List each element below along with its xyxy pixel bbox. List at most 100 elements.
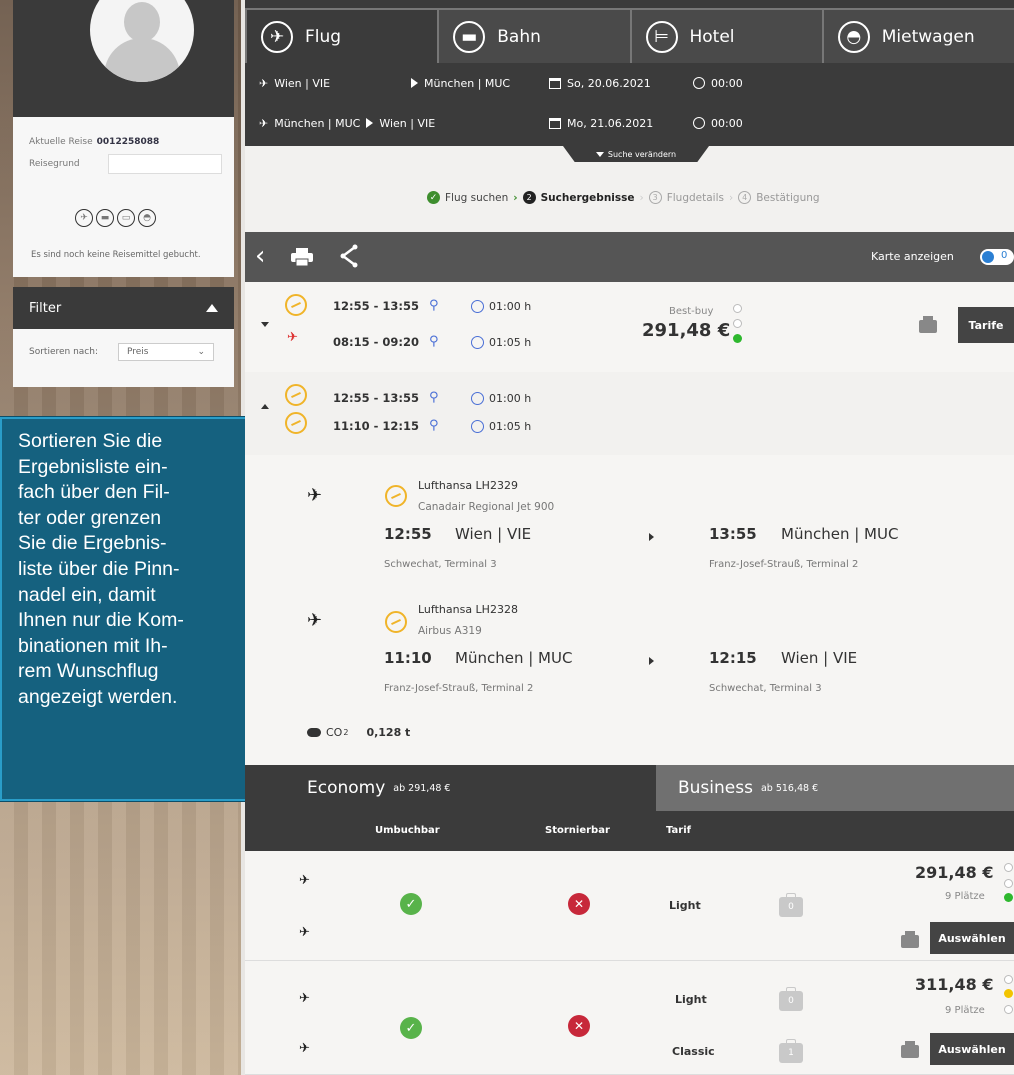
change-search-label: Suche verändern [607,149,677,159]
reason-label: Reisegrund [29,159,80,169]
duration-text: 01:05 h [489,336,532,349]
tab-mietwagen[interactable]: ◓ Mietwagen [821,8,1014,63]
collapse-icon[interactable] [261,404,269,409]
tarife-button[interactable]: Tarife [958,307,1014,343]
pin-icon[interactable]: ⚲ [429,334,439,349]
tab-business[interactable]: Business ab 516,48 € [656,765,1014,811]
callout-line: nadel ein, damit [18,583,156,606]
step-number: 4 [738,191,752,204]
tab-flug[interactable]: ✈ Flug [245,8,438,63]
tab-hotel[interactable]: ⊨ Hotel [629,8,822,63]
landing-icon: ✈ [299,925,310,940]
takeoff-icon: ✈ [299,873,310,888]
map-toggle[interactable]: 0 [980,249,1014,265]
no-booking-text: Es sind noch keine Reisemittel gebucht. [31,250,201,260]
leg-time: 08:15 - 09:20 ⚲ [333,334,439,349]
travel-type-icons: ✈ ▬ ▭ ◓ [75,209,156,227]
back-icon[interactable]: ‹ [255,242,265,270]
print-icon[interactable] [291,248,313,266]
share-icon[interactable] [339,244,359,268]
tab-economy[interactable]: Economy ab 291,48 € [245,765,656,811]
select-fare-button[interactable]: Auswählen [930,922,1014,954]
arr-terminal: Franz-Josef-Strauß, Terminal 2 [709,559,859,570]
radio-green[interactable] [733,334,742,343]
duration-icon [471,300,484,313]
cloud-icon [307,728,321,737]
trip-number[interactable]: 0012258088 [97,137,160,147]
dep-time: 11:10 [384,649,432,667]
dep-terminal: Schwechat, Terminal 3 [384,559,497,570]
radio-empty[interactable] [733,319,742,328]
step-flug-suchen[interactable]: Flug suchen [445,192,508,204]
print-icon[interactable] [919,316,937,333]
duration-text: 01:00 h [489,300,532,313]
expand-icon[interactable] [261,322,269,327]
economy-from: ab 291,48 € [393,782,451,794]
fare-table-header: Umbuchbar Stornierbar Tarif [245,811,1014,851]
radio-empty[interactable] [1004,1005,1013,1014]
change-search-button[interactable]: Suche verändern [563,146,709,162]
select-fare-button[interactable]: Auswählen [930,1033,1014,1065]
route-time: 00:00 [711,76,743,90]
flight-name: Lufthansa LH2329 [418,479,518,492]
fare-price: 291,48 € [915,863,994,882]
print-icon[interactable] [901,931,919,948]
flight-icon[interactable]: ✈ [75,209,93,227]
car-icon[interactable]: ◓ [138,209,156,227]
pin-icon[interactable]: ⚲ [429,390,439,405]
arr-city: München | MUC [781,525,899,543]
sort-row: Sortieren nach: Preis ⌄ [13,329,234,361]
landing-icon: ✈ [307,610,323,631]
dep-time: 12:55 [384,525,432,543]
sort-select[interactable]: Preis ⌄ [118,343,214,361]
arrow-right-icon [649,533,654,541]
radio-empty[interactable] [1004,863,1013,872]
hotel-icon[interactable]: ▭ [117,209,135,227]
step-number: 2 [522,191,536,204]
header-tarif: Tarif [666,825,691,836]
leg-time-text: 12:55 - 13:55 [333,298,419,313]
reason-input[interactable] [107,154,222,174]
step-suchergebnisse: Suchergebnisse [540,191,635,204]
radio-empty[interactable] [733,304,742,313]
step-bestaetigung: Bestätigung [756,191,820,204]
chevron-right-icon: › [513,191,518,204]
fare-row: ✈ ✈ ✓ ✕ Light 0 Classic 1 311,48 € 9 Plä… [245,961,1014,1075]
filter-header[interactable]: Filter [13,287,234,329]
fare-name: Light [675,993,707,1006]
avatar[interactable] [90,0,194,82]
sort-label: Sortieren nach: [29,347,98,357]
header-stornierbar: Stornierbar [545,825,610,836]
co2-value: 0,128 t [366,726,411,739]
radio-green[interactable] [1004,893,1013,902]
radio-empty[interactable] [1004,975,1013,984]
check-icon: ✓ [400,893,422,915]
arr-time: 12:15 [709,649,757,667]
fare-name: Classic [672,1045,715,1058]
route-time: 00:00 [711,116,743,130]
leg-time: 12:55 - 13:55 ⚲ [333,390,439,405]
close-icon: ✕ [568,893,590,915]
arr-city: Wien | VIE [781,649,858,667]
radio-empty[interactable] [1004,879,1013,888]
callout-line: Sie die Ergebnis- [18,532,167,555]
tab-label: Flug [305,26,342,47]
check-icon: ✓ [400,1017,422,1039]
print-icon[interactable] [901,1041,919,1058]
train-icon[interactable]: ▬ [96,209,114,227]
reason-row: Reisegrund [29,154,222,174]
co2-label: CO 2 [307,726,348,739]
radio-yellow[interactable] [1004,989,1013,998]
takeoff-icon: ✈ [299,991,310,1006]
baggage-icon: 1 [779,1039,803,1063]
pin-icon[interactable]: ⚲ [429,298,439,313]
tab-bahn[interactable]: ▬ Bahn [437,8,630,63]
leg-duration: 01:00 h [471,392,531,405]
tab-label: Mietwagen [881,26,975,47]
duration-text: 01:05 h [489,420,532,433]
plane-icon: ✈ [261,20,293,53]
pin-icon[interactable]: ⚲ [429,418,439,433]
seats-available: 9 Plätze [945,891,985,902]
step-flugdetails: Flugdetails [666,191,724,204]
landing-icon: ✈ [299,1041,310,1056]
